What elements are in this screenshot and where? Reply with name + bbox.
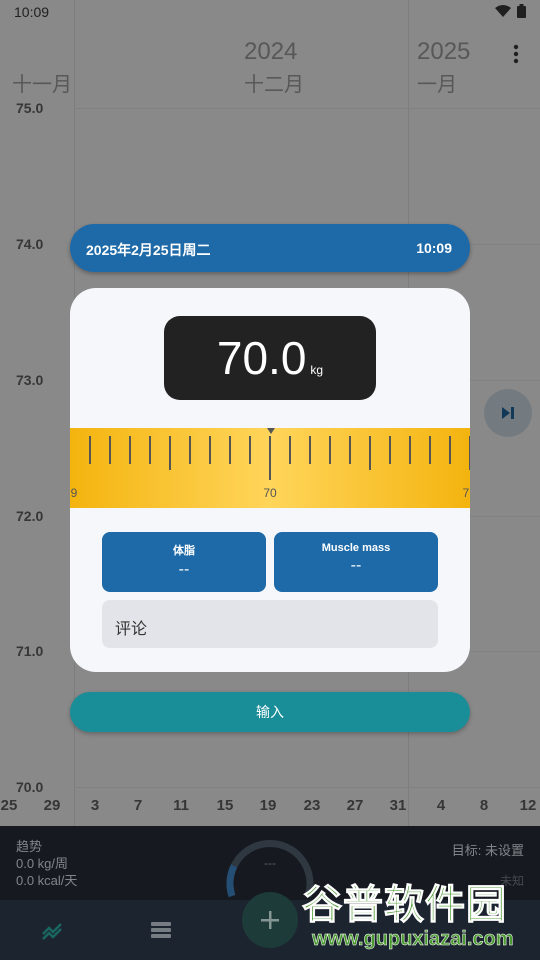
ruler-tick xyxy=(469,436,470,470)
ruler-pointer xyxy=(267,428,275,434)
ruler-tick xyxy=(329,436,331,464)
ruler-tick xyxy=(129,436,131,464)
watermark-en: www.gupuxiazai.com xyxy=(312,928,514,951)
ruler-tick xyxy=(189,436,191,464)
ruler-tick xyxy=(289,436,291,464)
weight-value: 70.0 xyxy=(216,332,307,384)
muscle-mass-label: Muscle mass xyxy=(321,542,391,554)
ruler-label: 9 xyxy=(70,486,78,500)
watermark-logo: 谷普软件园 www.gupuxiazai.com xyxy=(296,870,536,956)
ruler-tick xyxy=(89,436,91,464)
ruler-tick xyxy=(149,436,151,464)
ruler-tick xyxy=(409,436,411,464)
body-fat-field[interactable]: 体脂 -- xyxy=(102,532,266,592)
ruler-tick xyxy=(249,436,251,464)
ruler-tick xyxy=(349,436,351,464)
ruler-label: 70 xyxy=(263,486,277,500)
date-time-bar[interactable]: 2025年2月25日周二 10:09 xyxy=(70,224,470,272)
weight-unit: kg xyxy=(310,363,324,377)
body-fat-label: 体脂 xyxy=(173,545,195,557)
comment-input[interactable]: 评论 xyxy=(102,600,438,648)
muscle-mass-field[interactable]: Muscle mass -- xyxy=(274,532,438,592)
comment-placeholder: 评论 xyxy=(115,621,148,638)
weight-ruler-slider[interactable]: 9 70 7 xyxy=(70,428,470,508)
ruler-tick xyxy=(429,436,431,464)
muscle-mass-value: -- xyxy=(350,557,362,574)
body-fat-value: -- xyxy=(178,561,190,578)
ruler-tick xyxy=(229,436,231,464)
submit-button[interactable]: 输入 xyxy=(70,692,470,732)
entry-time[interactable]: 10:09 xyxy=(416,240,452,256)
weight-readout: 70.0 kg xyxy=(164,316,376,400)
ruler-tick xyxy=(169,436,171,470)
watermark-cn: 谷普软件园 xyxy=(302,883,507,928)
ruler-tick xyxy=(369,436,371,470)
ruler-tick xyxy=(269,436,271,480)
ruler-tick xyxy=(309,436,311,464)
ruler-label: 7 xyxy=(462,486,470,500)
ruler-tick xyxy=(109,436,111,464)
ruler-tick xyxy=(389,436,391,464)
ruler-tick xyxy=(209,436,211,464)
ruler-tick xyxy=(449,436,451,464)
entry-date[interactable]: 2025年2月25日周二 xyxy=(86,240,211,260)
